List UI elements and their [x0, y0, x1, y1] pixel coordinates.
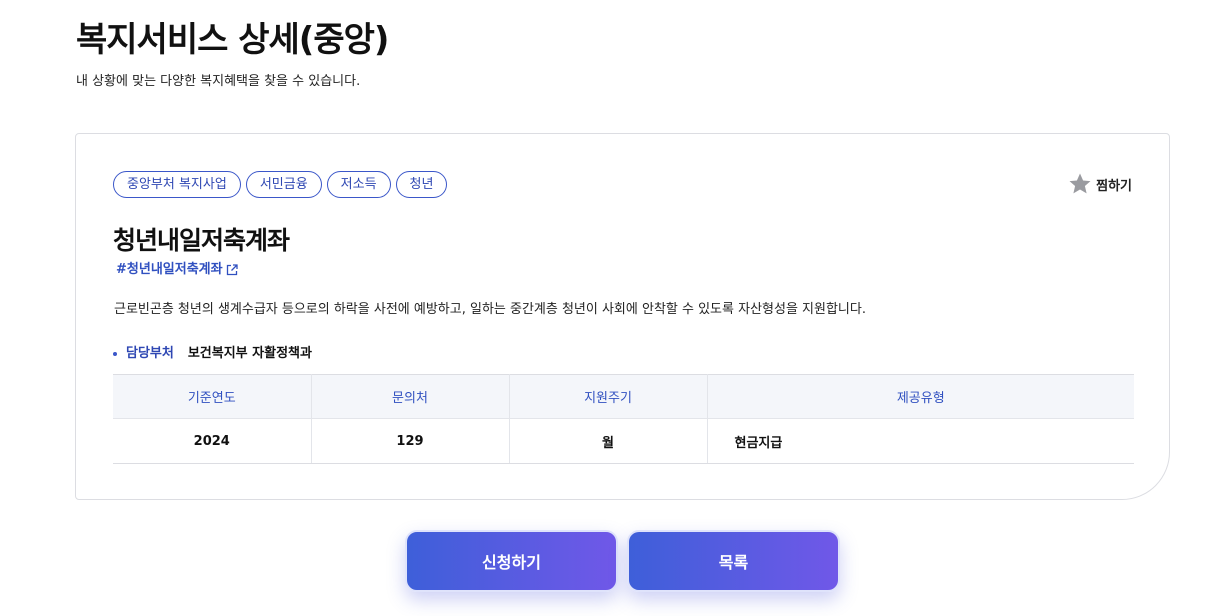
apply-button[interactable]: 신청하기: [405, 530, 618, 592]
tag-list: 중앙부처 복지사업 서민금융 저소득 청년: [113, 171, 448, 198]
cell-provision-type: 현금지급: [707, 418, 1134, 464]
page-subtitle: 내 상황에 맞는 다양한 복지혜택을 찾을 수 있습니다.: [76, 74, 361, 89]
hashtag-text: #청년내일저축계좌: [116, 262, 223, 277]
favorite-label: 찜하기: [1096, 178, 1132, 194]
favorite-button[interactable]: 찜하기: [1068, 172, 1132, 196]
tag-central-ministry[interactable]: 중앙부처 복지사업: [113, 171, 241, 198]
table-row: 2024 129 월 현금지급: [113, 418, 1134, 464]
header-support-cycle: 지원주기: [509, 374, 708, 419]
header-provision-type: 제공유형: [707, 374, 1134, 419]
service-hashtag-link[interactable]: #청년내일저축계좌: [116, 261, 238, 279]
service-title: 청년내일저축계좌: [113, 226, 290, 255]
tag-low-income-finance[interactable]: 서민금융: [245, 171, 322, 198]
department-row: 담당부처 보건복지부 자활정책과: [113, 344, 312, 364]
department-label: 담당부처: [126, 346, 174, 361]
table-header-row: 기준연도 문의처 지원주기 제공유형: [113, 374, 1134, 419]
cell-contact: 129: [311, 418, 510, 464]
tag-low-income[interactable]: 저소득: [326, 171, 391, 198]
header-base-year: 기준연도: [113, 374, 312, 419]
action-buttons: 신청하기 목록: [405, 530, 840, 592]
department-value: 보건복지부 자활정책과: [187, 346, 312, 361]
tag-youth[interactable]: 청년: [395, 171, 448, 198]
star-icon: [1068, 172, 1092, 196]
cell-support-cycle: 월: [509, 418, 708, 464]
cell-base-year: 2024: [113, 418, 312, 464]
bullet-dot: [113, 352, 117, 356]
service-info-table: 기준연도 문의처 지원주기 제공유형 2024 129 월 현금지급: [113, 374, 1134, 464]
header-contact: 문의처: [311, 374, 510, 419]
service-description: 근로빈곤층 청년의 생계수급자 등으로의 하락을 사전에 예방하고, 일하는 중…: [114, 302, 866, 317]
service-detail-card: 중앙부처 복지사업 서민금융 저소득 청년 찜하기 청년내일저축계좌 #청년내일…: [75, 133, 1170, 500]
external-link-icon: [226, 264, 238, 276]
page-title: 복지서비스 상세(중앙): [76, 20, 389, 60]
list-button[interactable]: 목록: [627, 530, 840, 592]
